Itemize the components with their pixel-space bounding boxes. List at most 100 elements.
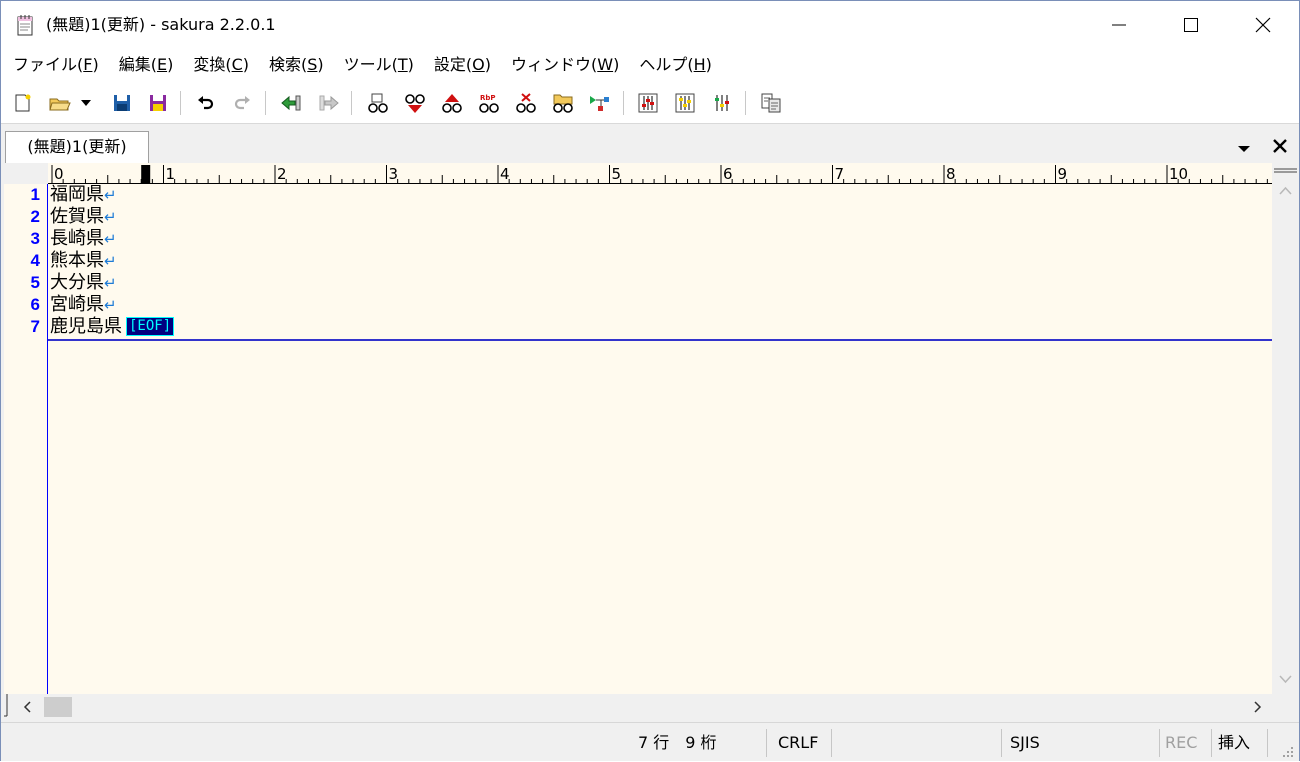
open-file-button[interactable] xyxy=(47,91,73,115)
search-glasses-icon xyxy=(368,93,388,113)
horizontal-scroll-thumb[interactable] xyxy=(44,697,72,717)
menu-window[interactable]: ウィンドウ(W) xyxy=(501,49,629,81)
ruler-label: 8 xyxy=(946,165,956,183)
line-number: 2 xyxy=(30,207,40,226)
menu-search[interactable]: 検索(S) xyxy=(259,49,334,81)
crlf-mark: ↵ xyxy=(104,296,117,314)
chevron-down-icon[interactable] xyxy=(1272,669,1299,689)
text-line[interactable]: 大分県↵ xyxy=(50,272,117,294)
menu-settings[interactable]: 設定(O) xyxy=(424,49,501,81)
tab-untitled-1[interactable]: (無題)1(更新) xyxy=(5,131,149,163)
menu-file[interactable]: ファイル(F) xyxy=(3,49,109,81)
column-ruler[interactable]: 0 1 2 3 4 5 6 7 8 9 10 xyxy=(4,163,1272,184)
close-icon xyxy=(1255,17,1271,33)
text-line[interactable]: 長崎県↵ xyxy=(50,228,117,250)
line-number-gutter[interactable]: 1 2 3 4 5 6 7 xyxy=(4,184,48,694)
chevron-right-icon[interactable] xyxy=(1247,694,1267,720)
horizontal-scrollbar[interactable] xyxy=(4,694,1272,720)
toolbar-separator xyxy=(180,91,181,115)
insert-mode-indicator[interactable]: 挿入 xyxy=(1218,723,1250,762)
ruler-label: 5 xyxy=(612,165,622,183)
save-button[interactable] xyxy=(109,91,135,115)
vertical-scrollbar[interactable] xyxy=(1272,163,1299,694)
svg-text:RbP: RbP xyxy=(480,94,496,102)
type-list-icon xyxy=(715,95,729,111)
toolbar-separator xyxy=(623,91,624,115)
cursor-line-underline xyxy=(48,339,1272,341)
status-divider xyxy=(1159,729,1160,757)
redo-button[interactable] xyxy=(229,91,255,115)
save-as-button[interactable] xyxy=(145,91,171,115)
notepad-app-icon xyxy=(17,15,33,36)
tag-jump-button[interactable] xyxy=(587,91,613,115)
menu-edit[interactable]: 編集(E) xyxy=(109,49,184,81)
text-line[interactable]: 鹿児島県 [EOF] xyxy=(50,316,175,338)
maximize-button[interactable] xyxy=(1155,1,1227,49)
new-file-button[interactable] xyxy=(10,91,36,115)
jump-forward-button[interactable] xyxy=(316,91,342,115)
toolbar: RbP xyxy=(1,81,1299,124)
outline-analysis-button[interactable] xyxy=(758,91,784,115)
tag-jump-icon xyxy=(590,96,609,111)
tab-list-dropdown[interactable] xyxy=(1234,138,1254,158)
open-recent-dropdown[interactable] xyxy=(78,91,94,115)
chevron-left-icon[interactable] xyxy=(18,694,38,720)
sakura-editor-window: (無題)1(更新) - sakura 2.2.0.1 ファイル(F) 編集(E)… xyxy=(0,0,1300,761)
save-icon xyxy=(114,95,130,111)
split-box-icon[interactable] xyxy=(4,694,12,720)
close-window-button[interactable] xyxy=(1227,1,1299,49)
maximize-icon xyxy=(1184,18,1198,32)
window-title: (無題)1(更新) - sakura 2.2.0.1 xyxy=(46,15,276,34)
macro-record-indicator[interactable]: REC xyxy=(1165,723,1197,762)
ruler-label: 0 xyxy=(54,165,64,183)
title-bar[interactable]: (無題)1(更新) - sakura 2.2.0.1 xyxy=(1,1,1299,49)
chevron-down-icon xyxy=(1238,146,1250,152)
ruler-label: 2 xyxy=(277,165,287,183)
ruler-label: 4 xyxy=(500,165,510,183)
encoding-indicator[interactable]: SJIS xyxy=(1010,723,1040,762)
line-ending-indicator[interactable]: CRLF xyxy=(778,723,818,762)
text-line[interactable]: 熊本県↵ xyxy=(50,250,117,272)
search-next-button[interactable] xyxy=(402,91,428,115)
type-settings-icon xyxy=(675,93,695,113)
ruler-label: 1 xyxy=(166,165,176,183)
text-line[interactable]: 佐賀県↵ xyxy=(50,206,117,228)
open-folder-icon xyxy=(49,98,71,111)
undo-icon xyxy=(198,96,214,110)
search-button[interactable] xyxy=(365,91,391,115)
type-settings-button[interactable] xyxy=(672,91,698,115)
crlf-mark: ↵ xyxy=(104,252,117,270)
arrow-left-icon xyxy=(281,95,301,111)
close-tab-button[interactable] xyxy=(1269,135,1291,157)
status-divider xyxy=(1267,729,1268,757)
text-editor[interactable]: 0 1 2 3 4 5 6 7 8 9 10 1 2 3 4 5 6 7 福岡県↵ 佐賀県↵ 長崎県… xyxy=(4,163,1272,694)
line-number: 5 xyxy=(30,273,40,292)
clear-search-button[interactable] xyxy=(513,91,539,115)
type-list-button[interactable] xyxy=(709,91,735,115)
common-settings-button[interactable] xyxy=(635,91,661,115)
crlf-mark: ↵ xyxy=(104,230,117,248)
menu-convert[interactable]: 変換(C) xyxy=(183,49,259,81)
text-line[interactable]: 福岡県↵ xyxy=(50,184,117,206)
scrollbar-corner xyxy=(1272,694,1299,720)
text-line[interactable]: 宮崎県↵ xyxy=(50,294,117,316)
toolbar-separator xyxy=(745,91,746,115)
minimize-button[interactable] xyxy=(1083,1,1155,49)
cursor-position[interactable]: 7 行 9 桁 xyxy=(638,723,717,762)
menu-tools[interactable]: ツール(T) xyxy=(334,49,424,81)
status-bar: 7 行 9 桁 CRLF SJIS REC 挿入 xyxy=(1,722,1299,761)
ruler-label: 3 xyxy=(389,165,399,183)
grep-button[interactable] xyxy=(550,91,576,115)
jump-back-button[interactable] xyxy=(278,91,304,115)
chevron-up-icon[interactable] xyxy=(1272,181,1299,201)
menu-help[interactable]: ヘルプ(H) xyxy=(629,49,722,81)
undo-button[interactable] xyxy=(193,91,219,115)
replace-button[interactable]: RbP xyxy=(476,91,502,115)
minimize-icon xyxy=(1112,24,1126,26)
eof-mark: [EOF] xyxy=(126,317,175,336)
resize-grip-icon[interactable] xyxy=(1281,745,1295,759)
status-divider xyxy=(1001,729,1002,757)
close-icon xyxy=(1273,139,1287,153)
search-prev-button[interactable] xyxy=(439,91,465,115)
line-number: 1 xyxy=(30,185,40,204)
